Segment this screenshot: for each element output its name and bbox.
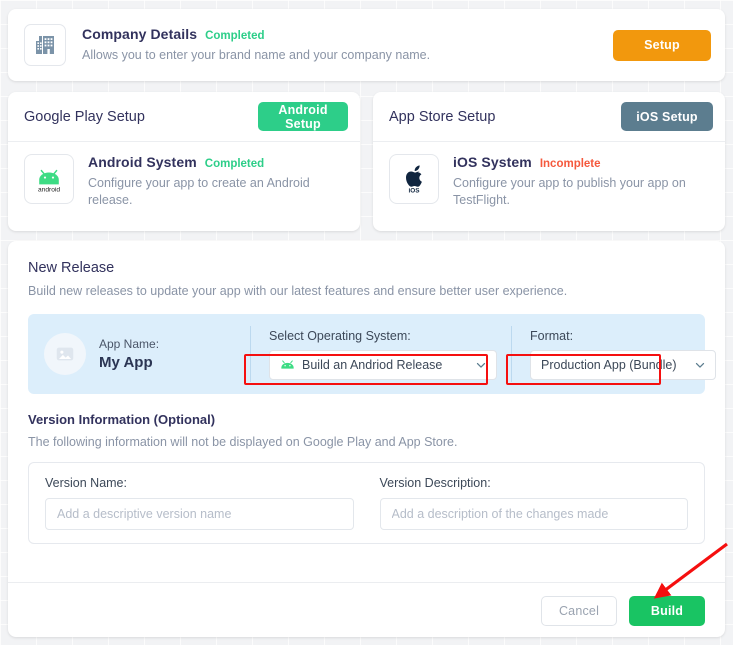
google-play-title: Google Play Setup: [24, 108, 145, 125]
version-info-panel: Version Name: Version Description:: [28, 462, 705, 544]
format-select[interactable]: Production App (Bundle): [530, 349, 716, 380]
ios-title-line: iOS System Incomplete: [453, 154, 711, 170]
android-status-badge: Completed: [204, 158, 265, 170]
operating-system-field: Select Operating System: Build an Andrio…: [251, 329, 497, 380]
format-label: Format:: [530, 328, 574, 343]
operating-system-label: Select Operating System:: [269, 328, 411, 343]
cancel-button[interactable]: Cancel: [541, 596, 617, 626]
company-description: Allows you to enter your brand name and …: [82, 48, 431, 63]
google-play-header: Google Play Setup Android Setup: [8, 92, 360, 142]
android-system-description: Configure your app to create an Android …: [88, 176, 310, 207]
footer-separator: [8, 582, 725, 583]
version-description-label: Version Description:: [379, 476, 491, 490]
android-system-text: Android System Completed Configure your …: [88, 154, 346, 209]
build-button[interactable]: Build: [629, 596, 705, 626]
ios-system-title: iOS System: [453, 154, 532, 170]
app-store-title: App Store Setup: [389, 108, 496, 125]
version-description-field: Version Description:: [379, 476, 688, 530]
operating-system-select[interactable]: Build an Andriod Release: [269, 349, 497, 380]
android-icon: android: [24, 154, 74, 204]
version-name-label: Version Name:: [45, 476, 127, 490]
page-root: Company Details Completed Allows you to …: [0, 0, 733, 645]
version-info-header: Version Information (Optional) The follo…: [8, 394, 725, 449]
android-title-line: Android System Completed: [88, 154, 346, 170]
version-description-input[interactable]: [379, 498, 688, 530]
format-value: Production App (Bundle): [541, 357, 677, 372]
version-info-title: Version Information (Optional): [28, 412, 216, 427]
app-name-value: My App: [99, 354, 153, 371]
new-release-card: New Release Build new releases to update…: [8, 241, 725, 637]
chevron-down-icon[interactable]: [474, 358, 488, 372]
company-details-text: Company Details Completed Allows you to …: [82, 26, 613, 64]
app-store-body: iOS iOS System Incomplete Configure your…: [373, 142, 725, 209]
ios-status-badge: Incomplete: [539, 158, 601, 170]
app-name-label: App Name:: [99, 337, 160, 351]
app-name-meta: App Name: My App: [99, 337, 159, 371]
svg-text:android: android: [38, 187, 60, 194]
company-details-card: Company Details Completed Allows you to …: [8, 9, 725, 81]
google-play-setup-card: Google Play Setup Android Setup android …: [8, 92, 360, 231]
android-setup-button[interactable]: Android Setup: [258, 102, 348, 131]
new-release-description: Build new releases to update your app wi…: [28, 284, 568, 298]
version-info-description: The following information will not be di…: [28, 435, 458, 449]
app-name-block: App Name: My App: [28, 333, 250, 375]
app-store-setup-card: App Store Setup iOS Setup iOS iOS System…: [373, 92, 725, 231]
company-title: Company Details: [82, 26, 198, 43]
new-release-header: New Release Build new releases to update…: [8, 241, 725, 298]
ios-setup-button[interactable]: iOS Setup: [621, 102, 713, 131]
android-system-title: Android System: [88, 154, 197, 170]
ios-system-description: Configure your app to publish your app o…: [453, 176, 686, 207]
company-title-line: Company Details Completed: [82, 26, 613, 42]
building-icon: [24, 24, 66, 66]
company-status-badge: Completed: [205, 30, 265, 43]
version-name-input[interactable]: [45, 498, 354, 530]
android-small-icon: [280, 358, 295, 371]
google-play-body: android Android System Completed Configu…: [8, 142, 360, 209]
apple-icon: iOS: [389, 154, 439, 204]
footer-actions: Cancel Build: [541, 596, 705, 626]
format-field: Format: Production App (Bundle): [512, 329, 716, 380]
company-setup-button[interactable]: Setup: [613, 29, 711, 61]
chevron-down-icon[interactable]: [693, 358, 707, 372]
version-name-field: Version Name:: [45, 476, 354, 530]
image-placeholder-icon: [44, 333, 86, 375]
app-store-header: App Store Setup iOS Setup: [373, 92, 725, 142]
ios-system-text: iOS System Incomplete Configure your app…: [453, 154, 711, 209]
new-release-title: New Release: [28, 260, 115, 276]
operating-system-value: Build an Andriod Release: [302, 357, 443, 372]
svg-text:iOS: iOS: [408, 187, 420, 194]
release-selector-panel: App Name: My App Select Operating System…: [28, 314, 716, 394]
